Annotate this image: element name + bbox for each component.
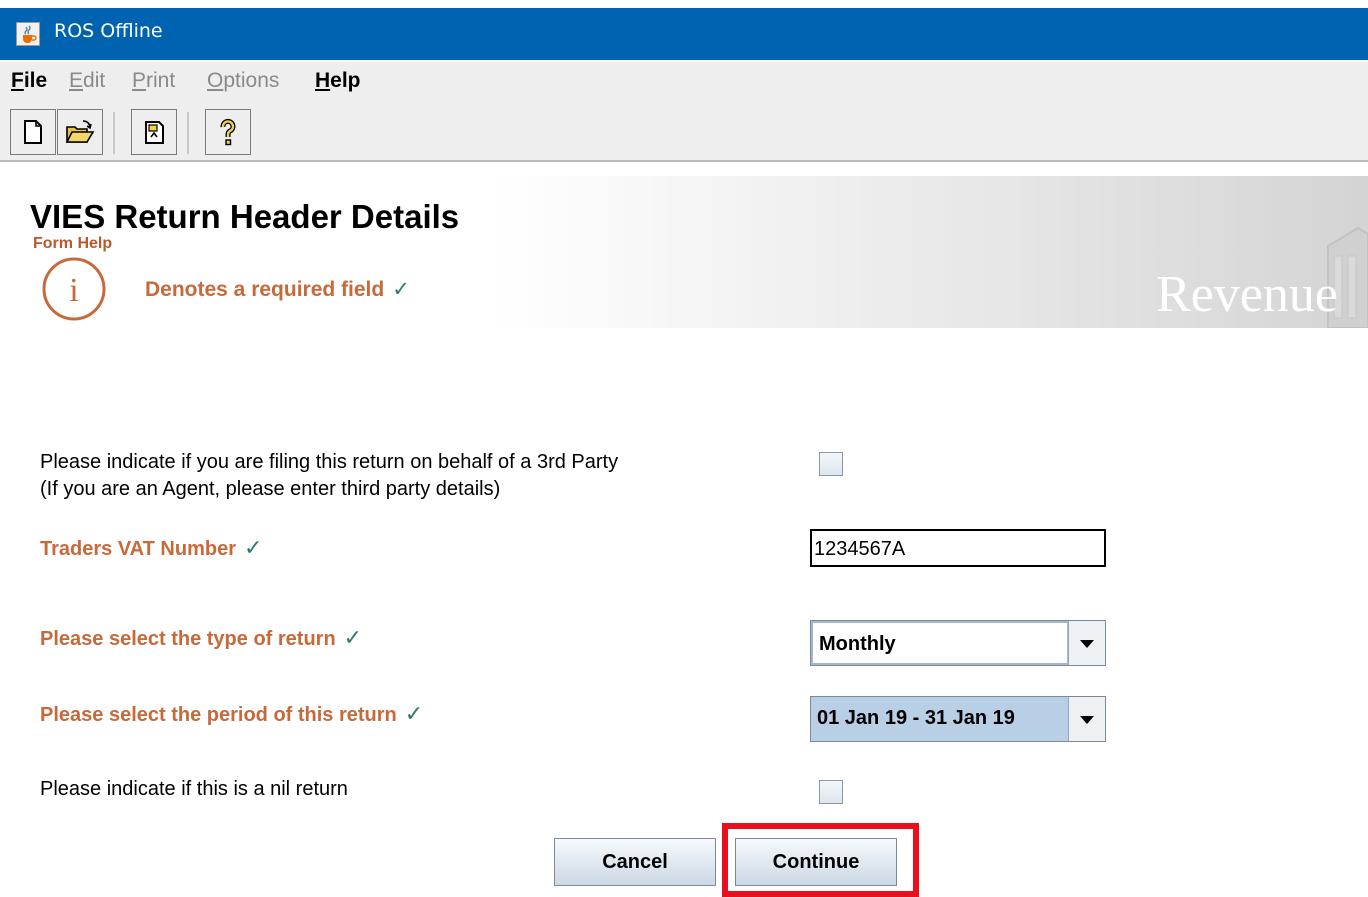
return-type-label: Please select the type of return ✓ [40, 625, 363, 650]
menu-options[interactable]: Options [207, 69, 279, 93]
return-period-select[interactable]: 01 Jan 19 - 31 Jan 19 [810, 696, 1106, 742]
cancel-button[interactable]: Cancel [554, 838, 716, 886]
required-check-icon: ✓ [343, 625, 363, 650]
toolbar-separator [187, 112, 189, 154]
required-check-icon: ✓ [243, 535, 263, 560]
help-question-icon [206, 118, 250, 148]
load-file-button[interactable] [131, 109, 177, 155]
revenue-logo: Revenue [1156, 266, 1338, 323]
info-icon[interactable]: i [41, 256, 107, 327]
return-period-label: Please select the period of this return ✓ [40, 701, 424, 726]
svg-text:i: i [69, 272, 78, 309]
chevron-down-icon [1069, 715, 1105, 725]
window-titlebar: ROS Offline [0, 8, 1368, 60]
continue-button[interactable]: Continue [735, 838, 897, 886]
third-party-checkbox[interactable] [819, 452, 843, 476]
java-cup-icon [16, 22, 40, 46]
toolbar [0, 102, 1368, 162]
menu-help[interactable]: Help [315, 69, 361, 93]
help-button[interactable] [205, 109, 251, 155]
open-file-button[interactable] [57, 109, 103, 155]
return-period-dropdown-button[interactable] [1068, 697, 1105, 741]
return-type-select[interactable]: Monthly [810, 620, 1106, 666]
load-file-icon [132, 118, 176, 146]
nil-return-label: Please indicate if this is a nil return [40, 778, 348, 800]
required-check-icon: ✓ [392, 278, 410, 301]
menu-edit[interactable]: Edit [69, 69, 105, 93]
menu-print[interactable]: Print [132, 69, 175, 93]
new-document-button[interactable] [10, 109, 56, 155]
nil-return-checkbox[interactable] [819, 780, 843, 804]
required-check-icon: ✓ [404, 701, 424, 726]
form-header-banner: VIES Return Header Details Form Help i D… [0, 176, 1368, 329]
toolbar-separator [113, 112, 115, 154]
form-help-link[interactable]: Form Help [33, 235, 112, 253]
vat-number-label: Traders VAT Number ✓ [40, 535, 263, 560]
open-folder-icon [58, 118, 102, 146]
menu-bar: File Edit Print Options Help [0, 62, 1368, 102]
chevron-down-icon [1069, 639, 1105, 649]
page-title: VIES Return Header Details [30, 198, 460, 235]
menu-file[interactable]: File [11, 69, 47, 93]
required-field-note: Denotes a required field ✓ [145, 278, 410, 301]
new-document-icon [11, 118, 55, 146]
return-type-dropdown-button[interactable] [1068, 621, 1105, 665]
vat-number-input[interactable]: 1234567A [810, 529, 1106, 567]
window-title: ROS Offline [54, 20, 163, 42]
return-period-value: 01 Jan 19 - 31 Jan 19 [811, 697, 1069, 741]
return-type-value: Monthly [811, 621, 1069, 665]
third-party-label: Please indicate if you are filing this r… [40, 451, 619, 500]
